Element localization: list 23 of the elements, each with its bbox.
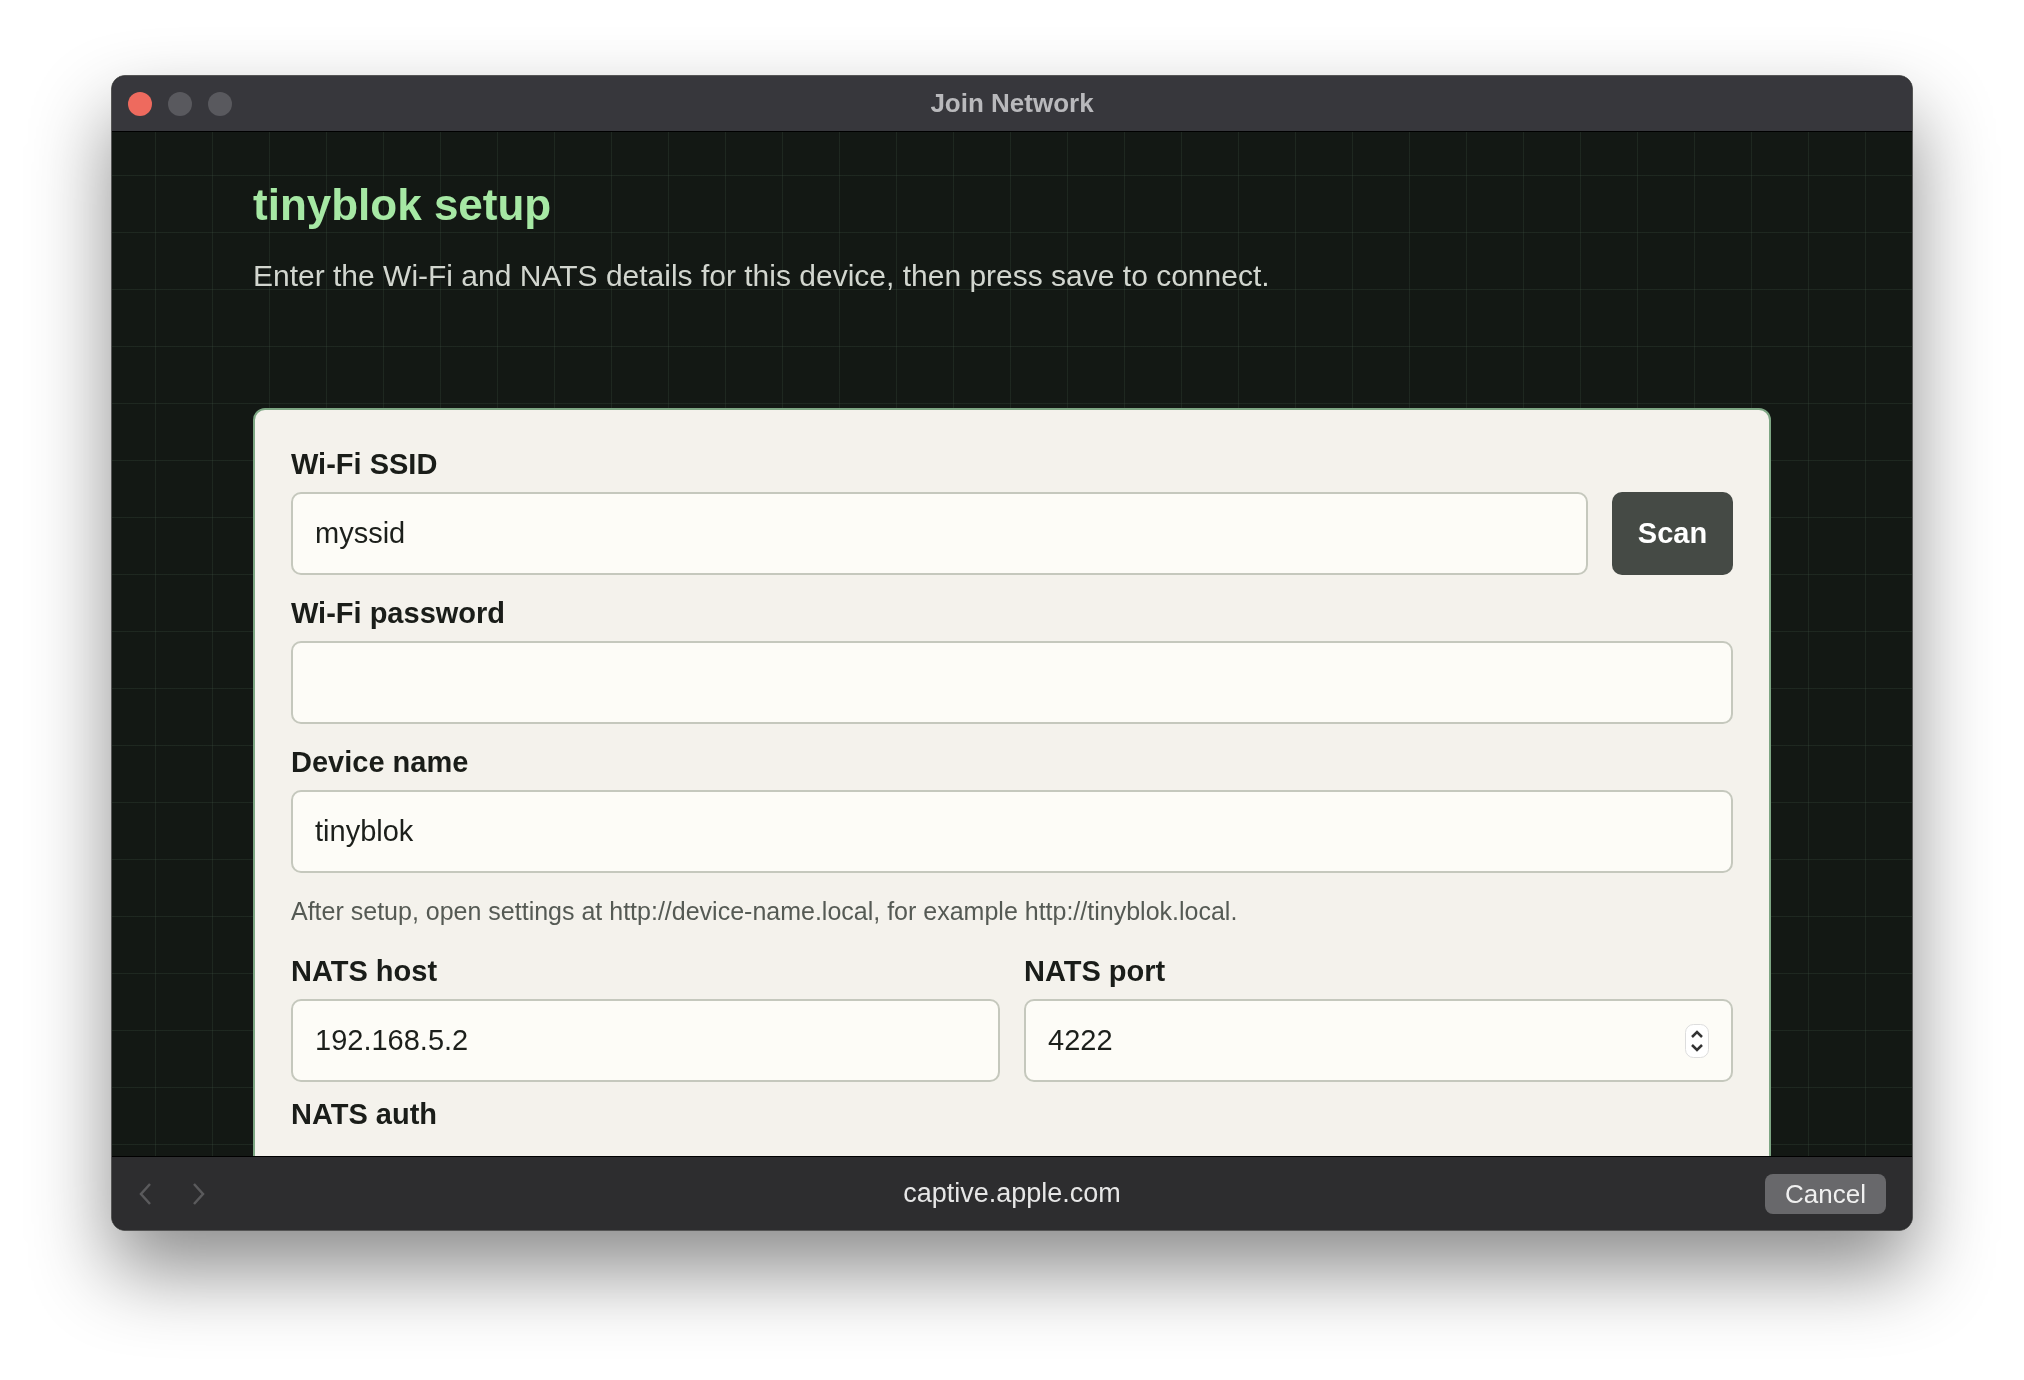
field-label: NATS auth [291, 1097, 439, 1132]
back-icon[interactable] [138, 1181, 152, 1206]
field-label: Wi-Fi password [291, 596, 507, 631]
field-label: Wi-Fi SSID [291, 447, 439, 482]
url-text: captive.apple.com [903, 1177, 1121, 1211]
nats-port-field[interactable]: 4222 [1024, 999, 1733, 1082]
nats-host-field[interactable]: 192.168.5.2 [291, 999, 1000, 1082]
forward-icon[interactable] [192, 1181, 206, 1206]
cancel-button[interactable]: Cancel [1765, 1173, 1886, 1214]
stepper-icon[interactable] [1685, 1023, 1709, 1058]
device-name-field[interactable]: tinyblok [291, 790, 1733, 873]
field-label: Device name [291, 745, 470, 780]
scan-button[interactable]: Scan [1612, 492, 1733, 575]
close-button[interactable] [128, 91, 152, 116]
zoom-button[interactable] [208, 91, 232, 116]
field-label: NATS host [291, 954, 439, 989]
minimize-button[interactable] [168, 91, 192, 116]
hint-text: After setup, open settings at http://device-name.local, for example http://tinyblok.local. [291, 896, 1239, 927]
ssid-field[interactable]: myssid [291, 492, 1588, 575]
field-label: NATS port [1024, 954, 1167, 989]
page-subtitle: Enter the Wi-Fi and NATS details for this device, then press save to connect. [253, 258, 1271, 294]
page-title: tinyblok setup [253, 179, 553, 231]
window-title: Join Network [930, 87, 1094, 120]
